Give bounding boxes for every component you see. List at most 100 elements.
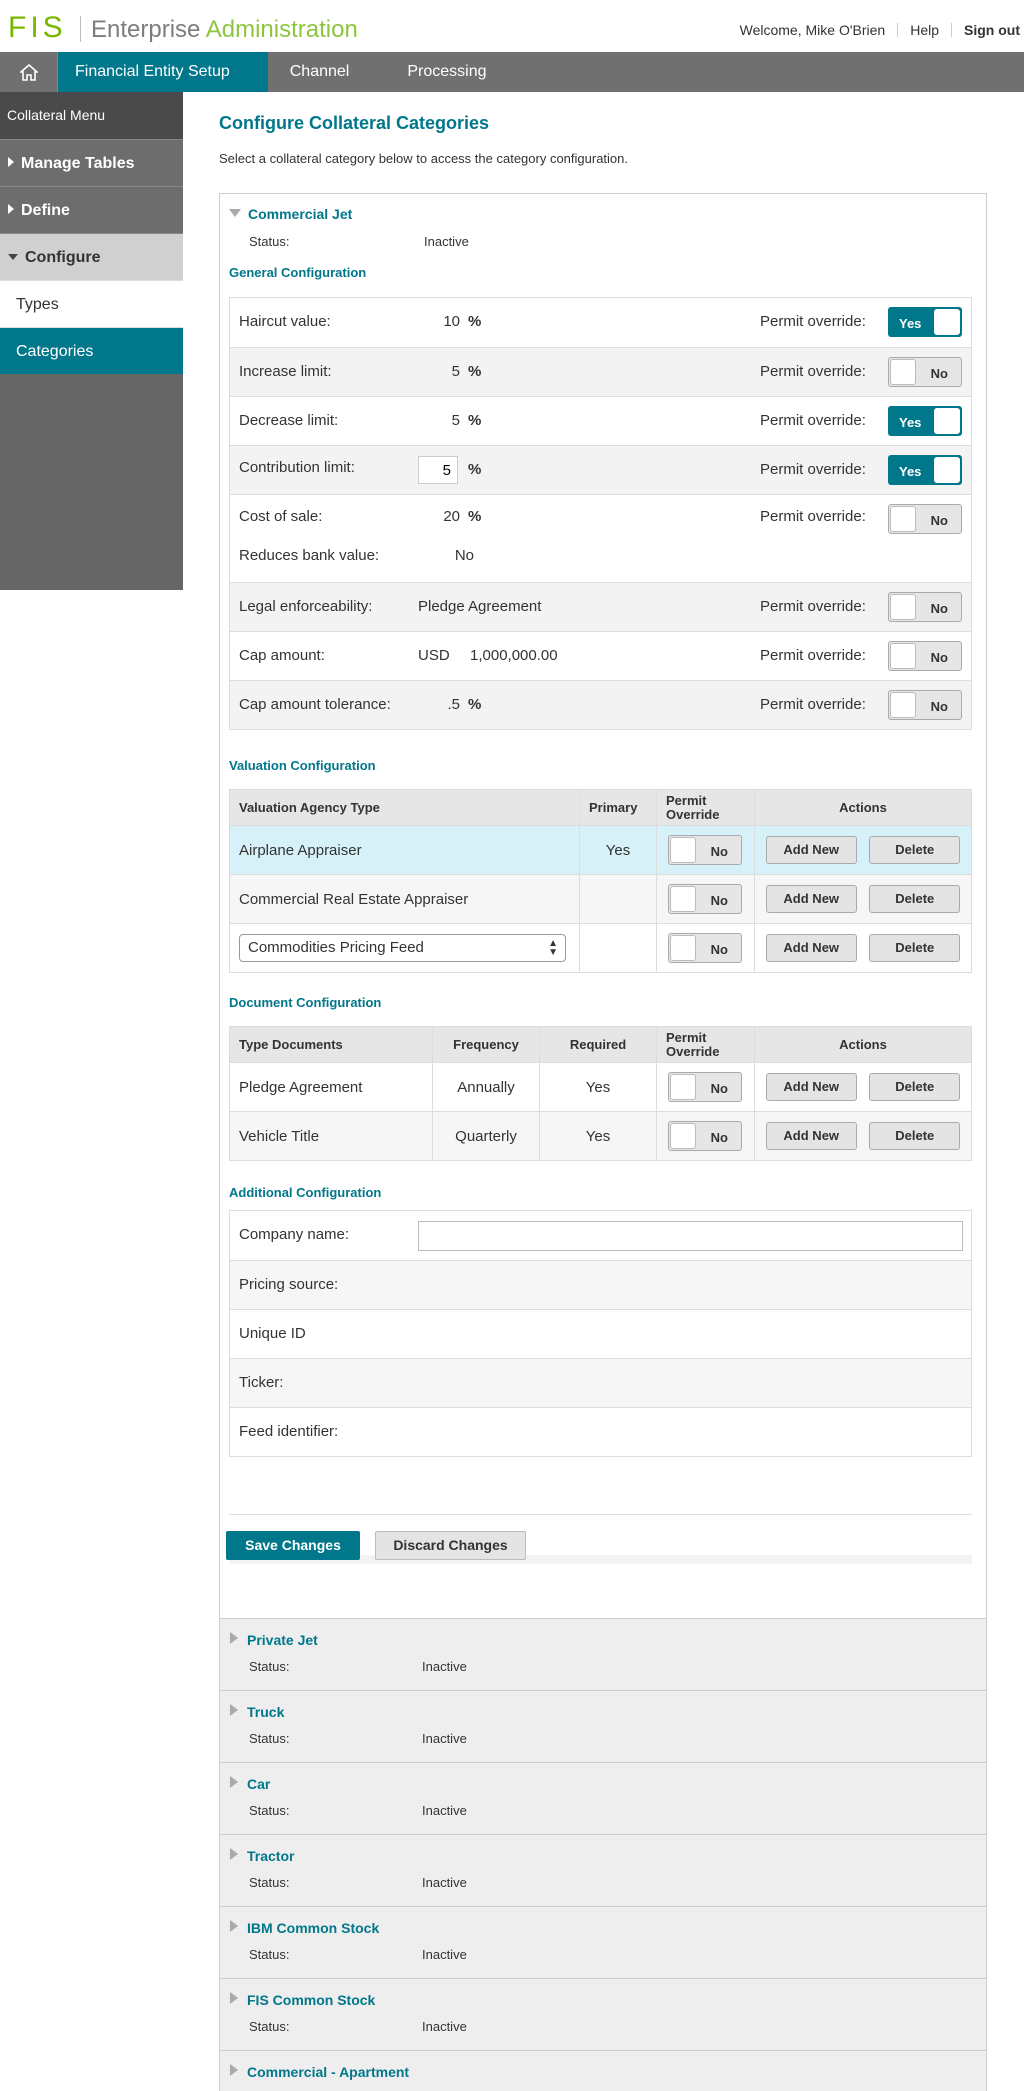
permit-override-cell: No xyxy=(656,825,755,875)
category-title[interactable]: FIS Common Stock xyxy=(247,1992,375,2008)
permit-override-toggle[interactable]: Yes xyxy=(888,406,962,436)
category-item-ibm-common-stock[interactable]: IBM Common Stock Status: Inactive xyxy=(219,1906,987,1978)
sign-out-link[interactable]: Sign out xyxy=(951,23,1020,37)
delete-button[interactable]: Delete xyxy=(869,885,961,913)
sidebar-section-manage-tables[interactable]: Manage Tables xyxy=(0,139,183,186)
row-unit: % xyxy=(468,363,482,380)
table-row[interactable]: Commercial Real Estate Appraiser No Add … xyxy=(229,874,972,924)
company-name-input[interactable] xyxy=(418,1221,963,1251)
category-title[interactable]: Private Jet xyxy=(247,1632,318,1648)
contribution-limit-input[interactable] xyxy=(418,456,458,484)
permit-override-label: Permit override: xyxy=(760,508,866,525)
caret-right-icon xyxy=(230,2064,238,2076)
add-new-button[interactable]: Add New xyxy=(765,836,857,864)
general-row: Haircut value: 10 % Permit override: Yes xyxy=(230,298,971,347)
add-new-button[interactable]: Add New xyxy=(765,1073,857,1101)
agency-type-select[interactable]: Commodities Pricing Feed ▲ ▼ xyxy=(239,934,566,962)
tab-financial-entity-setup[interactable]: Financial Entity Setup xyxy=(58,52,268,92)
app-title: Enterprise Administration xyxy=(91,17,358,43)
permit-override-toggle[interactable]: No xyxy=(888,690,962,720)
toggle-knob xyxy=(670,1074,696,1100)
category-item-car[interactable]: Car Status: Inactive xyxy=(219,1762,987,1834)
toggle-text: No xyxy=(710,1130,728,1145)
permit-override-toggle[interactable]: No xyxy=(668,933,742,963)
table-row[interactable]: Vehicle Title Quarterly Yes No Add New D… xyxy=(229,1111,972,1161)
permit-override-toggle[interactable]: Yes xyxy=(888,307,962,337)
permit-override-toggle[interactable]: No xyxy=(668,1121,742,1151)
cap-currency: USD xyxy=(418,647,450,664)
row-unit: % xyxy=(468,696,482,713)
tab-channel[interactable]: Channel xyxy=(268,52,390,92)
document-config-heading: Document Configuration xyxy=(229,995,382,1010)
category-item-commercial-apartment[interactable]: Commercial - Apartment xyxy=(219,2050,987,2091)
required-cell: Yes xyxy=(539,1062,657,1112)
agency-type-cell: Commercial Real Estate Appraiser xyxy=(229,874,580,924)
table-row[interactable]: Airplane Appraiser Yes No Add New Delete xyxy=(229,825,972,875)
tab-processing[interactable]: Processing xyxy=(389,52,502,92)
row-unit: % xyxy=(468,461,482,478)
caret-down-icon xyxy=(8,254,18,260)
permit-override-label: Permit override: xyxy=(760,412,866,429)
permit-override-label: Permit override: xyxy=(760,598,866,615)
toggle-knob xyxy=(670,886,696,912)
column-header: Primary xyxy=(579,789,657,826)
save-changes-button[interactable]: Save Changes xyxy=(226,1531,360,1560)
category-item-tractor[interactable]: Tractor Status: Inactive xyxy=(219,1834,987,1906)
main-nav: Financial Entity Setup Channel Processin… xyxy=(0,52,1024,92)
permit-override-toggle[interactable]: No xyxy=(888,504,962,534)
caret-down-icon[interactable] xyxy=(229,209,241,217)
permit-override-cell: No xyxy=(656,1062,755,1112)
status-label: Status: xyxy=(249,2019,290,2034)
category-item-truck[interactable]: Truck Status: Inactive xyxy=(219,1690,987,1762)
permit-override-toggle[interactable]: No xyxy=(888,357,962,387)
category-title[interactable]: Car xyxy=(247,1776,270,1792)
delete-button[interactable]: Delete xyxy=(869,1122,961,1150)
table-row[interactable]: Commodities Pricing Feed ▲ ▼ No Add New De… xyxy=(229,923,972,973)
column-header: Frequency xyxy=(432,1026,540,1063)
table-row[interactable]: Pledge Agreement Annually Yes No Add New… xyxy=(229,1062,972,1112)
category-title[interactable]: IBM Common Stock xyxy=(247,1920,379,1936)
sidebar-section-define[interactable]: Define xyxy=(0,186,183,233)
delete-button[interactable]: Delete xyxy=(869,934,961,962)
category-item-fis-common-stock[interactable]: FIS Common Stock Status: Inactive xyxy=(219,1978,987,2050)
permit-override-toggle[interactable]: No xyxy=(888,641,962,671)
permit-override-toggle[interactable]: No xyxy=(888,592,962,622)
permit-override-toggle[interactable]: No xyxy=(668,835,742,865)
row-value: Pledge Agreement xyxy=(418,598,542,615)
permit-override-toggle[interactable]: No xyxy=(668,1072,742,1102)
category-title[interactable]: Commercial Jet xyxy=(248,206,352,222)
help-link[interactable]: Help xyxy=(897,23,951,37)
fis-logo-text: FIS xyxy=(8,11,67,44)
home-button[interactable] xyxy=(0,52,58,92)
toggle-knob xyxy=(934,408,960,434)
sidebar-item-categories[interactable]: Categories xyxy=(0,327,183,374)
category-title[interactable]: Truck xyxy=(247,1704,284,1720)
sidebar-item-types[interactable]: Types xyxy=(0,280,183,327)
discard-changes-button[interactable]: Discard Changes xyxy=(375,1531,526,1560)
additional-row: Feed identifier: xyxy=(230,1407,971,1456)
toggle-knob xyxy=(890,594,916,620)
permit-override-label: Permit override: xyxy=(760,696,866,713)
toggle-knob xyxy=(890,692,916,718)
permit-override-label: Permit override: xyxy=(760,461,866,478)
category-title[interactable]: Tractor xyxy=(247,1848,294,1864)
delete-button[interactable]: Delete xyxy=(869,1073,961,1101)
category-item-private-jet[interactable]: Private Jet Status: Inactive xyxy=(219,1618,987,1690)
add-new-button[interactable]: Add New xyxy=(765,885,857,913)
category-title[interactable]: Commercial - Apartment xyxy=(247,2064,409,2080)
permit-override-toggle[interactable]: Yes xyxy=(888,455,962,485)
caret-right-icon xyxy=(8,157,14,167)
permit-override-toggle[interactable]: No xyxy=(668,884,742,914)
status-value: Inactive xyxy=(422,1659,467,1674)
additional-row: Company name: xyxy=(230,1211,971,1260)
add-new-button[interactable]: Add New xyxy=(765,1122,857,1150)
delete-button[interactable]: Delete xyxy=(869,836,961,864)
toggle-text: Yes xyxy=(899,415,922,430)
add-new-button[interactable]: Add New xyxy=(765,934,857,962)
document-type-cell: Pledge Agreement xyxy=(229,1062,433,1112)
status-label: Status: xyxy=(249,234,290,249)
column-header: Permit Override xyxy=(656,789,755,826)
sidebar-section-configure[interactable]: Configure xyxy=(0,233,183,280)
toggle-knob xyxy=(934,309,960,335)
toggle-text: No xyxy=(930,699,948,714)
